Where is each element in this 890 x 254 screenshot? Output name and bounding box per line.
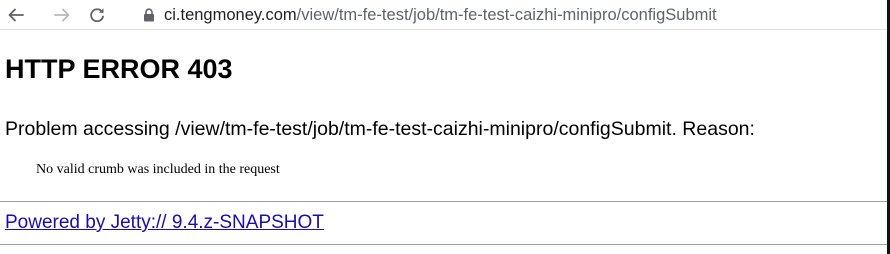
horizontal-rule [0,244,887,245]
address-bar[interactable]: ci.tengmoney.com/view/tm-fe-test/job/tm-… [132,0,887,30]
reload-icon [88,6,106,24]
browser-window: ci.tengmoney.com/view/tm-fe-test/job/tm-… [0,0,890,254]
forward-button[interactable] [50,3,74,27]
reason-message: No valid crumb was included in the reque… [36,162,280,177]
problem-text: Problem accessing /view/tm-fe-test/job/t… [5,118,755,140]
arrow-left-icon [7,6,25,24]
browser-toolbar: ci.tengmoney.com/view/tm-fe-test/job/tm-… [0,0,887,30]
url-text: ci.tengmoney.com/view/tm-fe-test/job/tm-… [164,6,717,25]
arrow-right-icon [53,6,71,24]
horizontal-rule [0,201,887,202]
page-content: HTTP ERROR 403 Problem accessing /view/t… [0,30,887,254]
lock-icon [142,8,156,22]
url-path: /view/tm-fe-test/job/tm-fe-test-caizhi-m… [296,5,717,24]
reload-button[interactable] [85,3,109,27]
powered-by-link[interactable]: Powered by Jetty:// 9.4.z-SNAPSHOT [5,212,324,234]
error-title: HTTP ERROR 403 [5,54,233,84]
back-button[interactable] [4,3,28,27]
url-host: ci.tengmoney.com [164,5,297,24]
